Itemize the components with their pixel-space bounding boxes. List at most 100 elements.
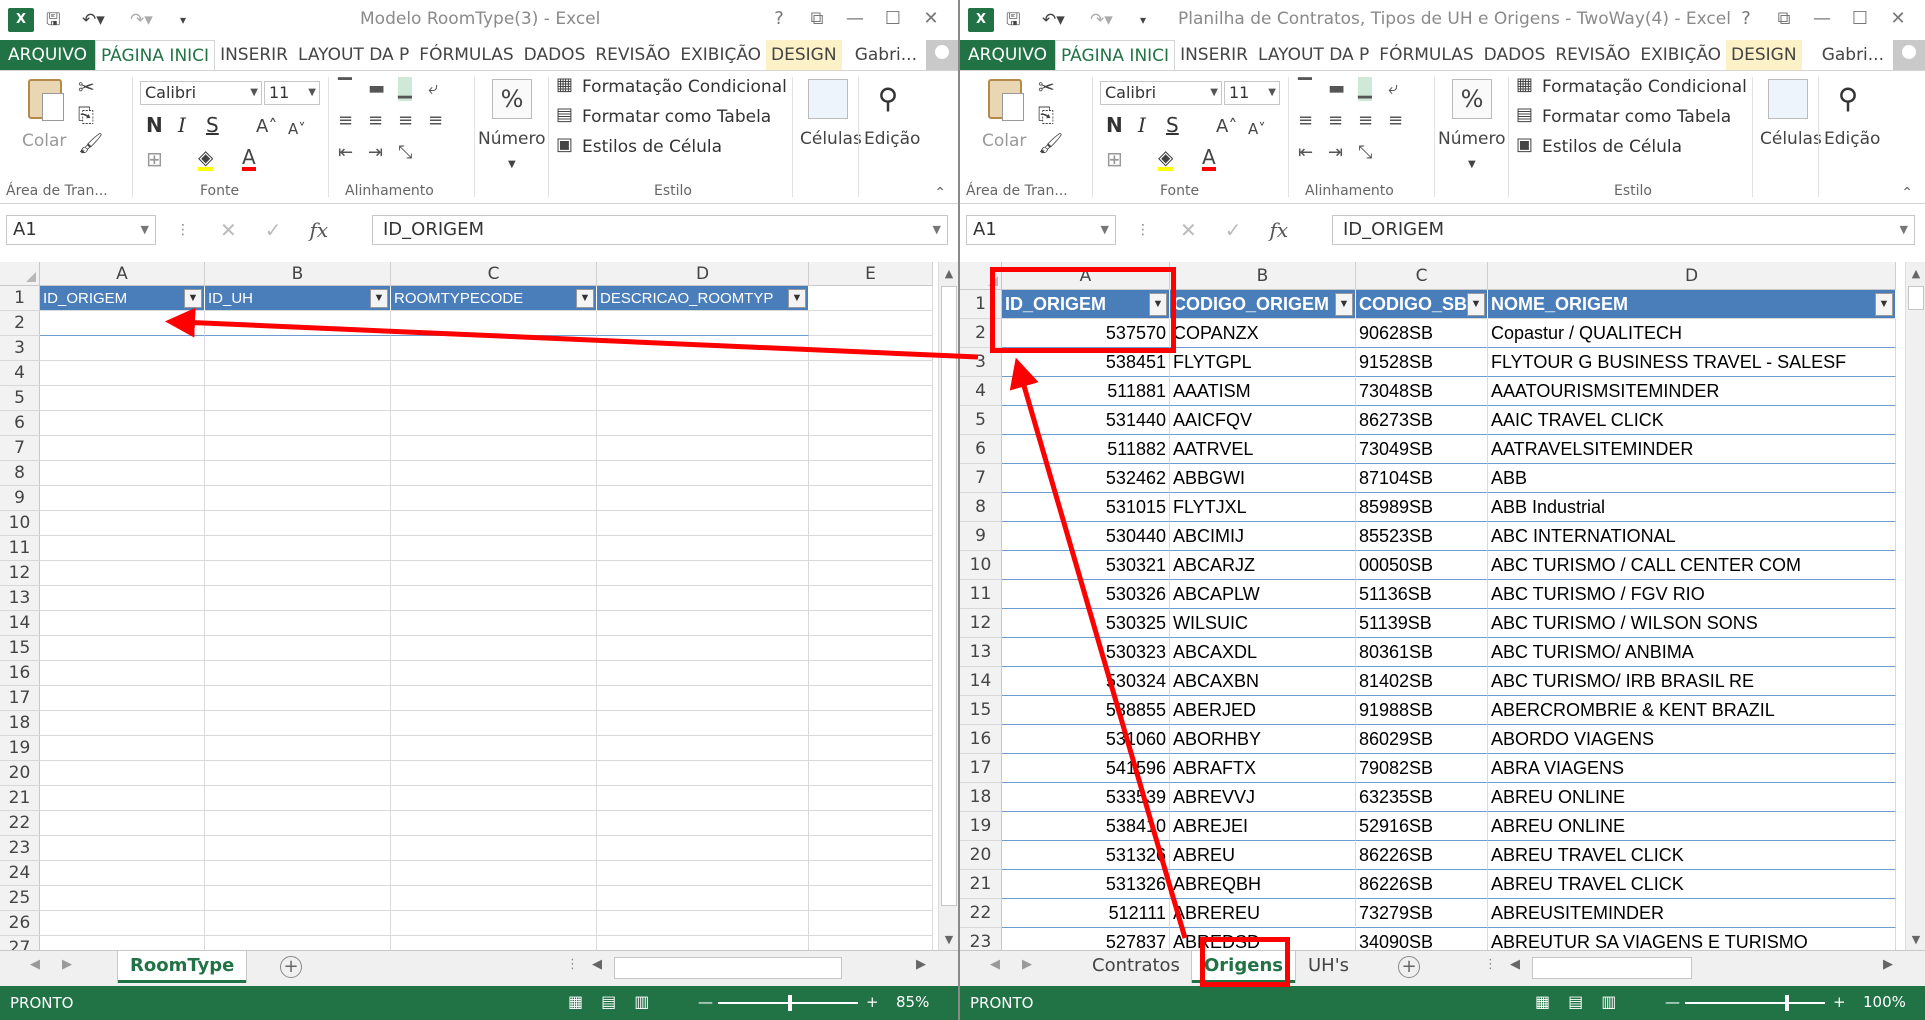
cell[interactable]: ABREUSITEMINDER [1488, 899, 1896, 928]
row-header[interactable]: 11 [960, 580, 1002, 609]
cell[interactable]: ABREDSD [1170, 928, 1356, 952]
column-header[interactable]: C [391, 262, 597, 286]
cell[interactable] [391, 511, 597, 536]
hscroll-left-icon[interactable]: ◀ [1510, 957, 1520, 972]
cell[interactable] [597, 661, 809, 686]
cell[interactable]: 86029SB [1356, 725, 1488, 754]
cell[interactable]: ABREQBH [1170, 870, 1356, 899]
confirm-entry-icon[interactable]: ✓ [265, 218, 282, 242]
scroll-up-icon[interactable]: ▲ [939, 264, 958, 284]
number-format-button[interactable]: Número [478, 129, 546, 149]
alignment-icon[interactable]: ⇤ [1298, 141, 1313, 165]
scroll-down-icon[interactable]: ▼ [939, 930, 958, 950]
editing-button[interactable]: Edição [1824, 129, 1880, 149]
tab-dados[interactable]: DADOS [1479, 40, 1551, 70]
cell[interactable] [205, 711, 391, 736]
cell[interactable] [205, 811, 391, 836]
close-icon[interactable]: ✕ [912, 8, 950, 30]
cell[interactable] [809, 436, 933, 461]
alignment-icon[interactable]: ⤶ [428, 77, 438, 101]
cell[interactable]: ABRAFTX [1170, 754, 1356, 783]
cell[interactable]: 79082SB [1356, 754, 1488, 783]
row-header[interactable]: 16 [0, 661, 40, 686]
alignment-icon[interactable]: ▁ [1358, 77, 1372, 101]
format-as-table-button[interactable]: Formatar como Tabela [1542, 107, 1731, 127]
column-header[interactable]: D [597, 262, 809, 286]
worksheet-grid[interactable]: A B C D E 1 ID_ORIGEM ▼ ID_UH ▼ ROOMTYPECODE ▼ DESCR… [0, 262, 958, 952]
cell[interactable] [809, 661, 933, 686]
insert-function-icon[interactable]: fx [1270, 218, 1289, 242]
cell[interactable]: 530326 [1002, 580, 1170, 609]
row-header[interactable]: 2 [0, 311, 40, 336]
cell[interactable] [391, 911, 597, 936]
cell[interactable]: ABREREU [1170, 899, 1356, 928]
filter-dropdown-icon[interactable]: ▼ [1149, 293, 1167, 316]
cell[interactable] [391, 611, 597, 636]
cell[interactable] [205, 436, 391, 461]
cell[interactable] [809, 286, 933, 311]
add-sheet-icon[interactable]: + [1398, 956, 1420, 978]
cell[interactable] [391, 461, 597, 486]
cell[interactable]: 530324 [1002, 667, 1170, 696]
row-header[interactable]: 15 [960, 696, 1002, 725]
cell[interactable] [809, 561, 933, 586]
cell[interactable] [205, 611, 391, 636]
cell[interactable] [809, 536, 933, 561]
cell[interactable] [597, 461, 809, 486]
cell[interactable]: 538410 [1002, 812, 1170, 841]
cell[interactable]: ABREU ONLINE [1488, 812, 1896, 841]
hscroll-right-icon[interactable]: ▶ [1883, 957, 1893, 972]
cell[interactable] [40, 311, 205, 336]
cell[interactable] [391, 686, 597, 711]
table-header-cell[interactable]: NOME_ORIGEM ▼ [1488, 290, 1896, 319]
alignment-icon[interactable]: ≡ [368, 109, 383, 133]
cell[interactable]: 86226SB [1356, 870, 1488, 899]
cell[interactable] [205, 336, 391, 361]
column-header[interactable]: E [809, 262, 933, 286]
sheet-tab-origens[interactable]: Origens [1192, 951, 1295, 983]
save-icon[interactable]: 🖫 [46, 9, 60, 31]
cell[interactable] [205, 511, 391, 536]
cell-styles-button[interactable]: Estilos de Célula [582, 137, 722, 157]
cell[interactable]: ABERJED [1170, 696, 1356, 725]
cell[interactable] [40, 611, 205, 636]
sheet-next-icon[interactable]: ▶ [62, 957, 72, 972]
redo-icon[interactable]: ↷▾ [130, 9, 153, 31]
font-name-select[interactable]: Calibri ▼ [1100, 81, 1222, 105]
font-color-icon[interactable]: A [1202, 147, 1216, 171]
row-header[interactable]: 7 [0, 436, 40, 461]
cell[interactable]: 533539 [1002, 783, 1170, 812]
formula-input[interactable]: ID_ORIGEM ▼ [1332, 215, 1915, 245]
cell[interactable] [809, 711, 933, 736]
alignment-icon[interactable]: ⇥ [368, 141, 383, 165]
cell[interactable] [597, 736, 809, 761]
tab-dados[interactable]: DADOS [519, 40, 591, 70]
alignment-icon[interactable]: ▔ [338, 77, 352, 101]
filter-dropdown-icon[interactable]: ▼ [788, 289, 806, 308]
bold-button[interactable]: N [146, 113, 163, 137]
row-header[interactable]: 21 [0, 786, 40, 811]
cell[interactable] [40, 411, 205, 436]
cell[interactable] [40, 686, 205, 711]
cells-icon[interactable] [808, 79, 848, 119]
ribbon-display-icon[interactable]: ⧉ [798, 8, 836, 30]
select-all-corner[interactable] [0, 262, 40, 286]
cell[interactable] [809, 311, 933, 336]
cell[interactable]: ABREU [1170, 841, 1356, 870]
cell[interactable] [40, 561, 205, 586]
alignment-icon[interactable]: ≡ [398, 109, 413, 133]
row-header[interactable]: 12 [960, 609, 1002, 638]
cell[interactable]: ABORHBY [1170, 725, 1356, 754]
row-header[interactable]: 22 [960, 899, 1002, 928]
filter-dropdown-icon[interactable]: ▼ [184, 289, 202, 308]
table-header-cell[interactable]: ROOMTYPECODE ▼ [391, 286, 597, 311]
cell[interactable] [391, 386, 597, 411]
cell[interactable]: ABCAXDL [1170, 638, 1356, 667]
cell[interactable]: FLYTOUR G BUSINESS TRAVEL - SALESF [1488, 348, 1896, 377]
split-handle-icon[interactable]: ⋮ [566, 957, 579, 972]
cell[interactable] [40, 336, 205, 361]
cell[interactable] [40, 436, 205, 461]
sheet-tab-contratos[interactable]: Contratos [1080, 951, 1192, 983]
alignment-icon[interactable]: ▬ [368, 77, 385, 101]
row-header[interactable]: 1 [0, 286, 40, 311]
